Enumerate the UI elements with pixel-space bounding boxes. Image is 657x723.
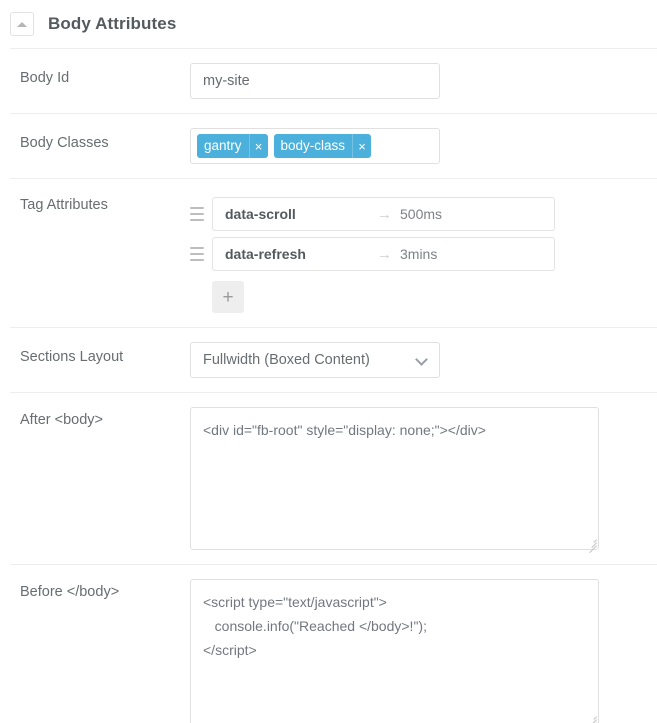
field-before-body	[190, 565, 657, 723]
row-before-body: Before </body>	[10, 564, 657, 723]
label-body-classes: Body Classes	[10, 114, 190, 152]
row-body-classes: Body Classes gantry × body-class ×	[10, 113, 657, 178]
sections-layout-select-wrap: Fullwidth (Boxed Content)	[190, 342, 440, 378]
panel-header: Body Attributes	[0, 0, 657, 48]
collapse-toggle-button[interactable]	[10, 12, 34, 36]
label-sections-layout: Sections Layout	[10, 328, 190, 366]
field-sections-layout: Fullwidth (Boxed Content)	[190, 328, 657, 392]
row-sections-layout: Sections Layout Fullwidth (Boxed Content…	[10, 327, 657, 392]
label-tag-attributes: Tag Attributes	[10, 179, 190, 214]
row-tag-attributes: Tag Attributes data-scroll → 500ms	[10, 178, 657, 327]
label-body-id: Body Id	[10, 49, 190, 87]
row-body-id: Body Id	[10, 48, 657, 113]
sections-layout-selected-value: Fullwidth (Boxed Content)	[203, 352, 370, 368]
tag-attribute-field[interactable]: data-scroll → 500ms	[212, 197, 555, 231]
tag-remove-icon[interactable]: ×	[249, 134, 268, 158]
body-id-input[interactable]	[190, 63, 440, 99]
tag-label: body-class	[274, 134, 353, 158]
drag-handle-icon[interactable]	[190, 247, 204, 261]
label-after-body: After <body>	[10, 393, 190, 429]
tag-label: gantry	[197, 134, 249, 158]
tag-remove-icon[interactable]: ×	[352, 134, 371, 158]
body-attributes-panel: Body Attributes Body Id Body Classes gan…	[0, 0, 657, 723]
tag-attribute-field[interactable]: data-refresh → 3mins	[212, 237, 555, 271]
field-after-body	[190, 393, 657, 564]
tag-attribute-row: data-scroll → 500ms	[190, 197, 657, 231]
field-tag-attributes: data-scroll → 500ms data-refresh → 3mins	[190, 179, 657, 327]
caret-up-icon	[17, 22, 27, 27]
page-title: Body Attributes	[48, 14, 176, 34]
body-classes-tag-input[interactable]: gantry × body-class ×	[190, 128, 440, 164]
arrow-right-icon: →	[377, 247, 392, 262]
field-body-classes: gantry × body-class ×	[190, 114, 657, 178]
tag-attribute-row: data-refresh → 3mins	[190, 237, 657, 271]
tag-attribute-value: 500ms	[400, 206, 442, 222]
label-before-body: Before </body>	[10, 565, 190, 601]
tag-item[interactable]: body-class ×	[274, 134, 372, 158]
after-body-textarea[interactable]	[190, 407, 599, 550]
field-body-id	[190, 49, 657, 113]
arrow-right-icon: →	[377, 207, 392, 222]
row-after-body: After <body>	[10, 392, 657, 564]
sections-layout-select[interactable]: Fullwidth (Boxed Content)	[190, 342, 440, 378]
tag-attributes-list: data-scroll → 500ms data-refresh → 3mins	[190, 193, 657, 271]
tag-item[interactable]: gantry ×	[197, 134, 268, 158]
tag-attribute-key: data-refresh	[225, 246, 377, 262]
before-body-textarea-wrap	[190, 579, 599, 723]
drag-handle-icon[interactable]	[190, 207, 204, 221]
tag-attribute-value: 3mins	[400, 246, 437, 262]
tag-attribute-key: data-scroll	[225, 206, 377, 222]
after-body-textarea-wrap	[190, 407, 599, 550]
before-body-textarea[interactable]	[190, 579, 599, 723]
add-tag-attribute-button[interactable]: +	[212, 281, 244, 313]
